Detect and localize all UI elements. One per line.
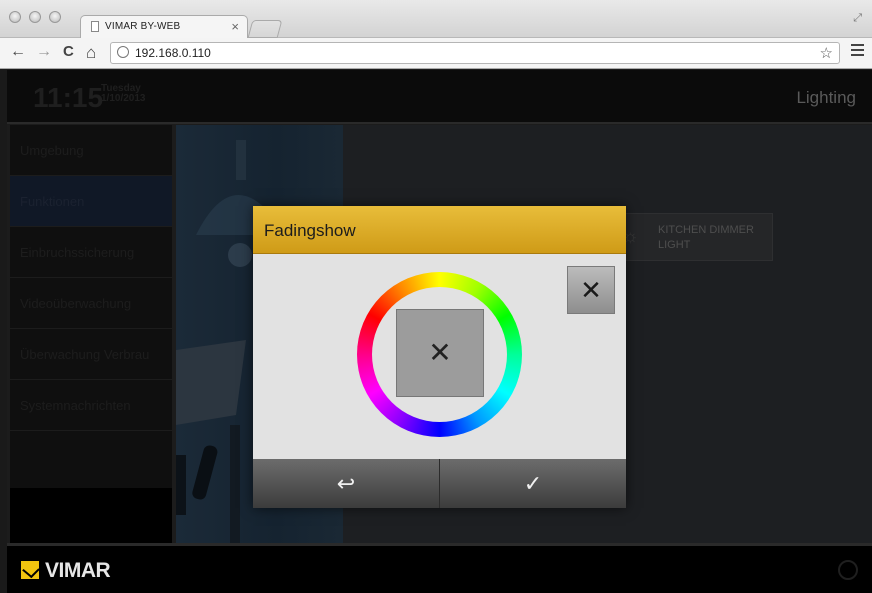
- sidebar-item-ueberwachung-verbrauch[interactable]: Überwachung Verbrau: [10, 329, 172, 380]
- sidebar-item-funktionen[interactable]: Funktionen: [10, 176, 172, 227]
- menu-icon[interactable]: [851, 44, 864, 59]
- undo-arrow-icon: ↩: [336, 471, 356, 496]
- color-swatch-button[interactable]: ✕: [396, 309, 484, 397]
- tile-label-line2: LIGHT: [658, 239, 691, 251]
- dialog-close-button[interactable]: ✕: [567, 266, 615, 314]
- reload-icon[interactable]: C: [63, 43, 74, 60]
- tab-title: VIMAR BY-WEB: [105, 21, 181, 32]
- forward-icon[interactable]: →: [36, 43, 52, 61]
- back-icon[interactable]: ←: [10, 43, 26, 61]
- home-icon[interactable]: ⌂: [86, 43, 96, 63]
- sidebar-empty: [10, 488, 172, 543]
- sidebar-item-einbruchssicherung[interactable]: Einbruchssicherung: [10, 227, 172, 278]
- fadingshow-dialog: Fadingshow ✕ ✕ ↩ ✓: [253, 206, 626, 508]
- vimar-logo-icon: [21, 561, 39, 579]
- tile-label: KITCHEN DIMMER LIGHT: [658, 223, 754, 253]
- app-footer: VIMAR: [7, 543, 872, 593]
- clock-date: Tuesday 1/10/2013: [101, 84, 146, 104]
- dialog-footer: ↩ ✓: [253, 459, 626, 508]
- browser-tab[interactable]: VIMAR BY-WEB ×: [80, 15, 248, 39]
- kitchen-dimmer-tile[interactable]: ☼ KITCHEN DIMMER LIGHT: [615, 213, 773, 261]
- globe-icon: [117, 46, 129, 58]
- sidebar-item-videoueberwachung[interactable]: Videoüberwachung: [10, 278, 172, 329]
- tile-label-line1: KITCHEN DIMMER: [658, 224, 754, 236]
- section-title: Lighting: [796, 88, 856, 107]
- minimize-window-icon[interactable]: [29, 11, 41, 23]
- date: 1/10/2013: [101, 93, 146, 104]
- dialog-header: Fadingshow: [253, 206, 626, 254]
- browser-toolbar: ← → C ⌂ 192.168.0.110 ☆: [0, 38, 872, 69]
- fullscreen-icon[interactable]: ⤢: [853, 12, 862, 25]
- address-bar[interactable]: 192.168.0.110 ☆: [110, 42, 840, 64]
- sidebar: Umgebung Funktionen Einbruchssicherung V…: [10, 125, 172, 488]
- page-icon: [91, 21, 99, 32]
- tab-close-icon[interactable]: ×: [231, 19, 239, 34]
- browser-titlebar: VIMAR BY-WEB × ⤢: [0, 0, 872, 39]
- app-header: 11:15 Tuesday 1/10/2013 Lighting: [7, 70, 872, 124]
- checkmark-icon: ✓: [523, 471, 543, 496]
- zoom-window-icon[interactable]: [49, 11, 61, 23]
- url-text[interactable]: 192.168.0.110: [135, 46, 211, 60]
- brand-name: VIMAR: [45, 559, 111, 582]
- confirm-button[interactable]: ✓: [440, 459, 626, 508]
- close-window-icon[interactable]: [9, 11, 21, 23]
- settings-icon[interactable]: [838, 560, 858, 580]
- clock-time: 11:15: [33, 82, 104, 113]
- back-button[interactable]: ↩: [253, 459, 439, 508]
- sidebar-item-systemnachrichten[interactable]: Systemnachrichten: [10, 380, 172, 431]
- new-tab-button[interactable]: [247, 20, 283, 38]
- dialog-title: Fadingshow: [264, 221, 356, 240]
- bookmark-star-icon[interactable]: ☆: [820, 44, 833, 62]
- sidebar-item-umgebung[interactable]: Umgebung: [10, 125, 172, 176]
